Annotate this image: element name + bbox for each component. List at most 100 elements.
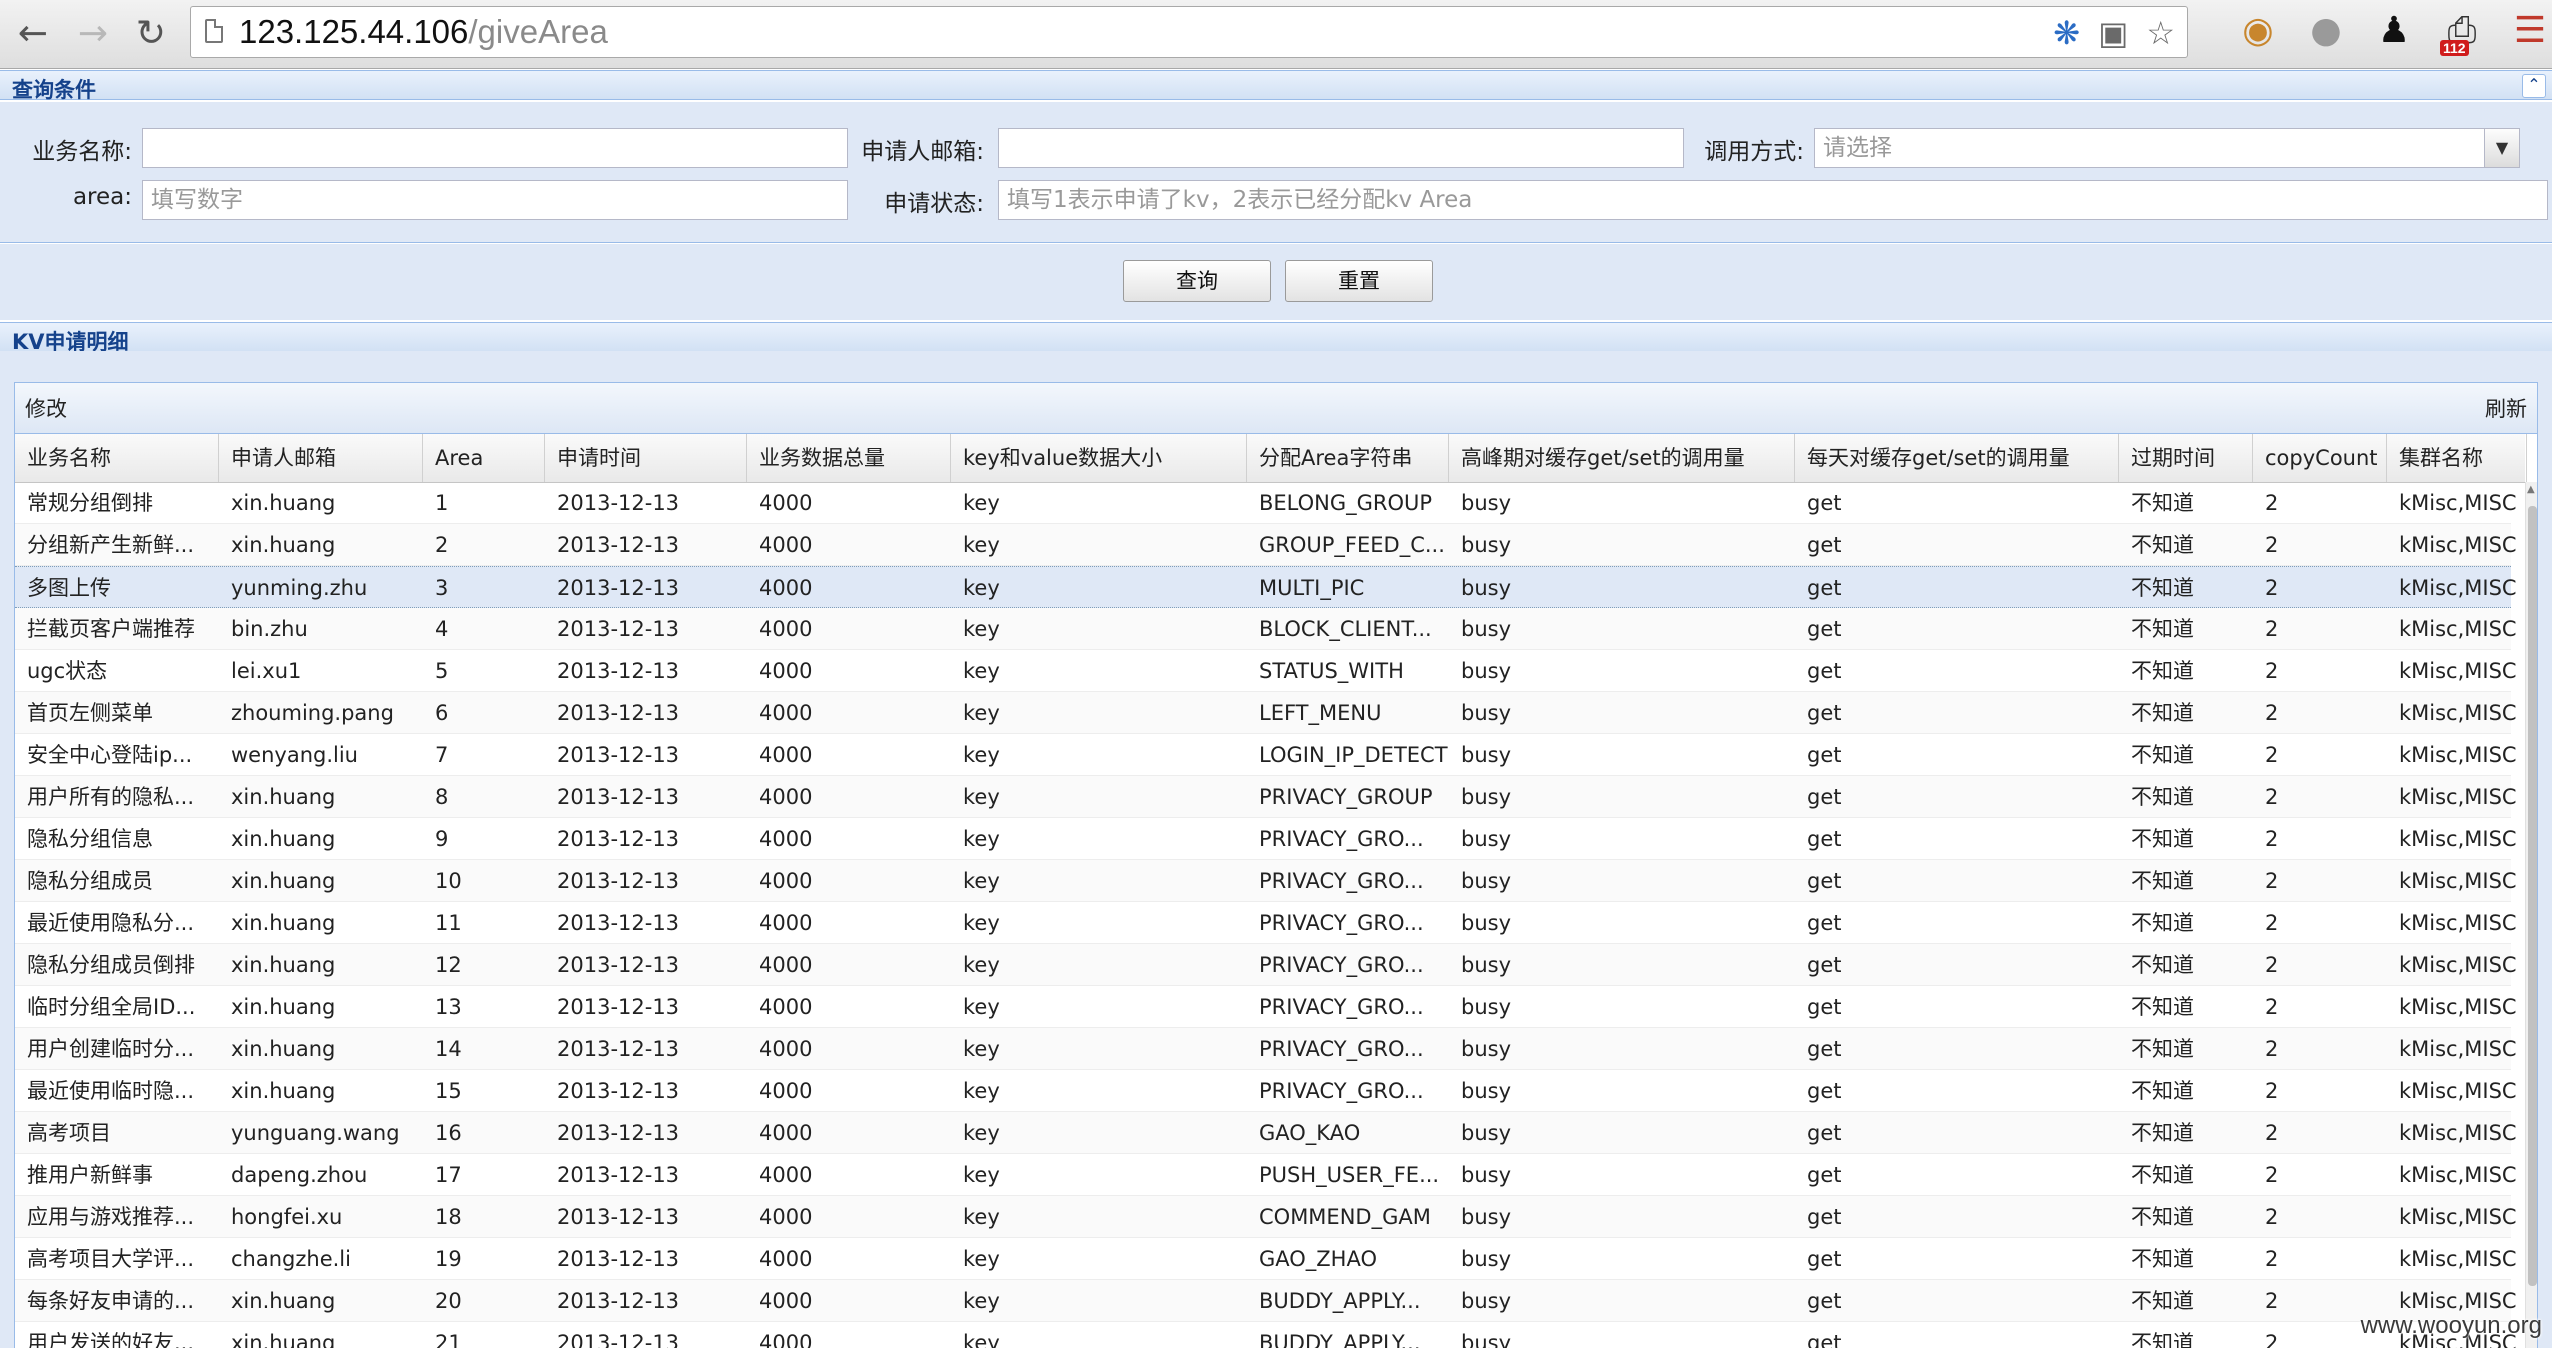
scroll-up-icon[interactable]: ▲ bbox=[2527, 484, 2535, 495]
globe-extension-icon[interactable]: ● bbox=[2304, 8, 2348, 54]
cell-total-data: 4000 bbox=[759, 953, 813, 977]
cell-area-string: PRIVACY_GRO... bbox=[1259, 869, 1424, 893]
search-button[interactable]: 查询 bbox=[1123, 260, 1271, 302]
extension-gear-icon[interactable]: ❋ bbox=[2053, 13, 2080, 53]
table-row[interactable]: 最近使用临时隐... xin.huang 15 2013-12-13 4000 key PR… bbox=[15, 1070, 2517, 1112]
printer-extension-icon[interactable]: ⎙ 112 bbox=[2440, 8, 2484, 56]
column-header-area-string[interactable]: 分配Area字符串 bbox=[1247, 434, 1449, 482]
table-row[interactable]: 高考项目大学评... changzhe.li 19 2013-12-13 4000 key… bbox=[15, 1238, 2517, 1280]
cell-applicant-email: xin.huang bbox=[231, 533, 336, 557]
cell-business-name: 隐私分组成员倒排 bbox=[27, 953, 195, 977]
cell-kv-size: key bbox=[963, 1331, 1000, 1348]
reset-button[interactable]: 重置 bbox=[1285, 260, 1433, 302]
area-input[interactable]: 填写数字 bbox=[142, 180, 848, 220]
chess-extension-icon[interactable]: ♟ bbox=[2372, 8, 2416, 54]
scrollbar-thumb[interactable] bbox=[2528, 506, 2537, 1286]
cell-daily-calls: get bbox=[1807, 576, 1842, 600]
cell-kv-size: key bbox=[963, 1205, 1000, 1229]
call-mode-select[interactable]: 请选择 ▼ bbox=[1814, 128, 2520, 168]
cell-daily-calls: get bbox=[1807, 1163, 1842, 1187]
cell-area: 15 bbox=[435, 1079, 462, 1103]
cell-peak-calls: busy bbox=[1461, 869, 1512, 893]
cell-business-name: 每条好友申请的... bbox=[27, 1289, 195, 1313]
cell-area-string: BUDDY_APPLY... bbox=[1259, 1331, 1421, 1348]
cell-kv-size: key bbox=[963, 701, 1000, 725]
cell-peak-calls: busy bbox=[1461, 1331, 1512, 1348]
column-header-expire-time[interactable]: 过期时间 bbox=[2119, 434, 2253, 482]
table-row[interactable]: 隐私分组信息 xin.huang 9 2013-12-13 4000 key PRIVACY… bbox=[15, 818, 2517, 860]
table-row[interactable]: 高考项目 yunguang.wang 16 2013-12-13 4000 key GAO_… bbox=[15, 1112, 2517, 1154]
url-text[interactable]: 123.125.44.106/giveArea bbox=[239, 13, 608, 51]
table-row[interactable]: 推用户新鲜事 dapeng.zhou 17 2013-12-13 4000 key PUSH… bbox=[15, 1154, 2517, 1196]
column-header-area[interactable]: Area bbox=[423, 434, 545, 482]
cell-business-name: 应用与游戏推荐... bbox=[27, 1205, 195, 1229]
column-header-copy-count[interactable]: copyCount bbox=[2253, 434, 2387, 482]
cell-total-data: 4000 bbox=[759, 1037, 813, 1061]
column-header-total-data[interactable]: 业务数据总量 bbox=[747, 434, 951, 482]
column-header-kv-size[interactable]: key和value数据大小 bbox=[951, 434, 1247, 482]
table-row[interactable]: 拦截页客户端推荐 bin.zhu 4 2013-12-13 4000 key BLOCK_C… bbox=[15, 608, 2517, 650]
column-header-apply-time[interactable]: 申请时间 bbox=[545, 434, 747, 482]
back-icon[interactable]: ← bbox=[10, 10, 56, 56]
table-row[interactable]: 首页左侧菜单 zhouming.pang 6 2013-12-13 4000 key LEF… bbox=[15, 692, 2517, 734]
cell-expire-time: 不知道 bbox=[2131, 1247, 2194, 1271]
vertical-scrollbar[interactable]: ▲ bbox=[2525, 482, 2537, 1348]
column-header-cluster-name[interactable]: 集群名称 bbox=[2387, 434, 2527, 482]
table-row[interactable]: 常规分组倒排 xin.huang 1 2013-12-13 4000 key BELONG_… bbox=[15, 482, 2517, 524]
cell-applicant-email: hongfei.xu bbox=[231, 1205, 343, 1229]
applicant-email-input[interactable] bbox=[998, 128, 1684, 168]
query-button-bar: 查询 重置 bbox=[0, 244, 2552, 320]
column-header-daily-calls[interactable]: 每天对缓存get/set的调用量 bbox=[1795, 434, 2119, 482]
grid-header: 业务名称 申请人邮箱 Area 申请时间 业务数据总量 key和value数据大小 分配Ar… bbox=[15, 434, 2527, 483]
applicant-email-label: 申请人邮箱: bbox=[861, 139, 984, 165]
table-row[interactable]: 用户创建临时分... xin.huang 14 2013-12-13 4000 key PR… bbox=[15, 1028, 2517, 1070]
table-row[interactable]: 多图上传 yunming.zhu 3 2013-12-13 4000 key MULTI_P… bbox=[15, 566, 2517, 608]
cell-kv-size: key bbox=[963, 659, 1000, 683]
bookmark-star-icon[interactable]: ☆ bbox=[2146, 13, 2175, 53]
cell-kv-size: key bbox=[963, 1079, 1000, 1103]
cell-peak-calls: busy bbox=[1461, 617, 1512, 641]
table-row[interactable]: 最近使用隐私分... xin.huang 11 2013-12-13 4000 key PR… bbox=[15, 902, 2517, 944]
forward-icon[interactable]: → bbox=[70, 10, 116, 56]
chevron-down-icon[interactable]: ▼ bbox=[2484, 129, 2519, 167]
apply-status-input[interactable]: 填写1表示申请了kv，2表示已经分配kv Area bbox=[998, 180, 2548, 220]
address-bar[interactable]: 123.125.44.106/giveArea ❋ ▣ ☆ bbox=[190, 6, 2188, 58]
watermark: www.wooyun.org bbox=[2360, 1312, 2542, 1339]
edit-button[interactable]: 修改 bbox=[25, 393, 67, 423]
column-header-applicant-email[interactable]: 申请人邮箱 bbox=[219, 434, 423, 482]
cell-area-string: MULTI_PIC bbox=[1259, 576, 1365, 600]
cell-total-data: 4000 bbox=[759, 576, 813, 600]
table-row[interactable]: 用户发送的好友... xin.huang 21 2013-12-13 4000 key BU… bbox=[15, 1322, 2517, 1348]
column-header-business-name[interactable]: 业务名称 bbox=[15, 434, 219, 482]
cell-area-string: LEFT_MENU bbox=[1259, 701, 1382, 725]
cookie-extension-icon[interactable]: ◉ bbox=[2236, 8, 2280, 54]
translate-icon[interactable]: ▣ bbox=[2098, 13, 2128, 53]
refresh-button[interactable]: 刷新 bbox=[2485, 393, 2527, 423]
reload-icon[interactable]: ↻ bbox=[128, 10, 174, 56]
cell-peak-calls: busy bbox=[1461, 1247, 1512, 1271]
cell-peak-calls: busy bbox=[1461, 785, 1512, 809]
cell-peak-calls: busy bbox=[1461, 1163, 1512, 1187]
cell-peak-calls: busy bbox=[1461, 1205, 1512, 1229]
business-name-input[interactable] bbox=[142, 128, 848, 168]
cell-kv-size: key bbox=[963, 576, 1000, 600]
table-row[interactable]: 每条好友申请的... xin.huang 20 2013-12-13 4000 key BU… bbox=[15, 1280, 2517, 1322]
cell-copy-count: 2 bbox=[2265, 911, 2279, 935]
table-row[interactable]: 隐私分组成员 xin.huang 10 2013-12-13 4000 key PRIVAC… bbox=[15, 860, 2517, 902]
collapse-up-icon[interactable]: ⌃ bbox=[2522, 74, 2546, 98]
table-row[interactable]: 用户所有的隐私... xin.huang 8 2013-12-13 4000 key PRI… bbox=[15, 776, 2517, 818]
table-row[interactable]: 隐私分组成员倒排 xin.huang 12 2013-12-13 4000 key PRIV… bbox=[15, 944, 2517, 986]
cell-daily-calls: get bbox=[1807, 869, 1842, 893]
column-header-peak-calls[interactable]: 高峰期对缓存get/set的调用量 bbox=[1449, 434, 1795, 482]
menu-icon[interactable]: ☰ bbox=[2508, 8, 2552, 54]
table-row[interactable]: ugc状态 lei.xu1 5 2013-12-13 4000 key STATUS_WIT… bbox=[15, 650, 2517, 692]
table-row[interactable]: 应用与游戏推荐... hongfei.xu 18 2013-12-13 4000 key C… bbox=[15, 1196, 2517, 1238]
cell-kv-size: key bbox=[963, 869, 1000, 893]
cell-daily-calls: get bbox=[1807, 911, 1842, 935]
cell-peak-calls: busy bbox=[1461, 533, 1512, 557]
table-row[interactable]: 安全中心登陆ip... wenyang.liu 7 2013-12-13 4000 key… bbox=[15, 734, 2517, 776]
cell-applicant-email: wenyang.liu bbox=[231, 743, 358, 767]
table-row[interactable]: 分组新产生新鲜... xin.huang 2 2013-12-13 4000 key GRO… bbox=[15, 524, 2517, 566]
cell-kv-size: key bbox=[963, 1163, 1000, 1187]
table-row[interactable]: 临时分组全局ID... xin.huang 13 2013-12-13 4000 key P… bbox=[15, 986, 2517, 1028]
